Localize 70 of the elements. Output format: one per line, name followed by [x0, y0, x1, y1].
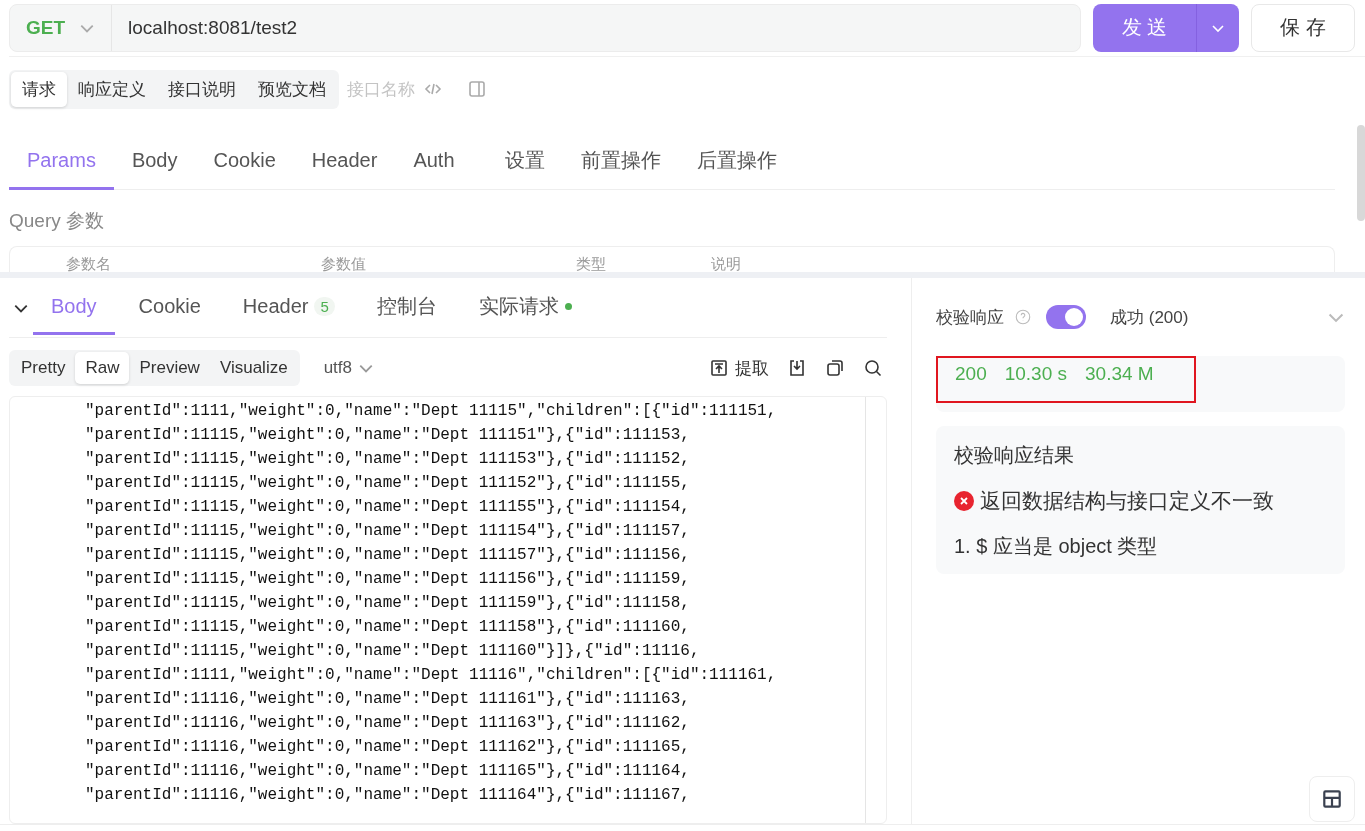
code-line: "parentId":11116,"weight":0,"name":"Dept 111165"},{"id":111164, — [85, 761, 691, 782]
response-size: 30.34 M — [1085, 363, 1154, 385]
response-tab[interactable]: Body — [33, 281, 115, 335]
column-header: 说明 — [711, 256, 742, 272]
result-title: 校验响应结果 — [954, 443, 1075, 468]
code-line: "parentId":11116,"weight":0,"name":"Dept 111161"},{"id":111163, — [85, 689, 691, 710]
column-header: 类型 — [576, 256, 607, 272]
send-button[interactable]: 发 送 — [1093, 3, 1197, 52]
validate-label: 校验响应 — [936, 306, 1004, 329]
view-mode-tab[interactable]: Pretty — [11, 352, 76, 384]
send-menu-button[interactable] — [1197, 3, 1239, 52]
code-line: "parentId":11115,"weight":0,"name":"Dept 111152"},{"id":111155, — [85, 473, 691, 494]
view-mode-tab[interactable]: Visualize — [209, 352, 298, 384]
code-line: "parentId":11115,"weight":0,"name":"Dept 111157"},{"id":111156, — [85, 545, 691, 566]
extract-icon — [709, 358, 729, 378]
copy-icon — [825, 358, 845, 378]
code-line: "parentId":11116,"weight":0,"name":"Dept 111162"},{"id":111165, — [85, 737, 691, 758]
code-line: "parentId":11116,"weight":0,"name":"Dept 111164"},{"id":111167, — [85, 785, 691, 806]
code-line: "parentId":11115,"weight":0,"name":"Dept 111158"},{"id":111160, — [85, 617, 691, 638]
url-field[interactable]: GET localhost:8081/test2 — [9, 3, 1081, 52]
code-line: "parentId":11115,"weight":0,"name":"Dept 111159"},{"id":111158, — [85, 593, 691, 614]
save-button[interactable]: 保 存 — [1251, 3, 1355, 52]
layout-icon — [1321, 788, 1343, 810]
extract-button[interactable]: 提取 — [705, 352, 773, 384]
status-code: 200 — [955, 363, 987, 385]
code-line: "parentId":11115,"weight":0,"name":"Dept 111155"},{"id":111154, — [85, 497, 691, 518]
doc-tab[interactable]: 请求 — [11, 71, 67, 107]
code-line: "parentId":11115,"weight":0,"name":"Dept 111154"},{"id":111157, — [85, 521, 691, 542]
request-tab[interactable]: 后置操作 — [678, 136, 795, 190]
error-detail: 1. $ 应当是 object 类型 — [954, 534, 1159, 559]
code-line: "parentId":11115,"weight":0,"name":"Dept 111160"}]},{"id":11116, — [85, 641, 701, 662]
search-icon — [863, 358, 883, 378]
response-tab[interactable]: 实际请求 — [460, 279, 590, 337]
request-tab[interactable]: Params — [9, 136, 114, 190]
status-select[interactable]: 成功 (200) — [1110, 305, 1317, 329]
count-badge: 5 — [314, 297, 335, 316]
request-tab[interactable]: Auth — [395, 136, 473, 190]
request-tab[interactable]: Cookie — [195, 136, 294, 190]
response-time: 10.30 s — [1004, 363, 1068, 385]
request-tab[interactable]: 设置 — [486, 136, 563, 190]
request-tab[interactable]: Body — [113, 136, 196, 190]
error-icon — [954, 491, 974, 511]
response-tab[interactable]: Cookie — [120, 281, 219, 335]
code-line: "parentId":1111,"weight":0,"name":"Dept 11115","children":[{"id":111151, — [85, 401, 778, 422]
code-line: "parentId":11115,"weight":0,"name":"Dept 111151"},{"id":111153, — [85, 425, 691, 446]
request-tab[interactable]: Header — [293, 136, 396, 190]
view-mode-tab[interactable]: Raw — [75, 352, 130, 384]
url-text: localhost:8081/test2 — [127, 16, 298, 39]
scrollbar-thumb[interactable] — [1357, 125, 1365, 221]
request-tab[interactable]: 前置操作 — [562, 136, 679, 190]
layout-button[interactable] — [1309, 776, 1355, 822]
response-tab[interactable]: Header 5 — [224, 281, 353, 335]
column-header: 参数值 — [321, 256, 367, 272]
doc-tab[interactable]: 预览文档 — [247, 71, 337, 107]
help-icon — [1014, 308, 1032, 326]
response-tab[interactable]: 控制台 — [358, 279, 455, 337]
error-message: 返回数据结构与接口定义不一致 — [980, 488, 1274, 514]
sidebar-icon — [467, 79, 487, 100]
column-header: 参数名 — [66, 256, 112, 272]
code-line: "parentId":11115,"weight":0,"name":"Dept 111156"},{"id":111159, — [85, 569, 691, 590]
doc-tab[interactable]: 接口说明 — [157, 71, 247, 107]
doc-tab[interactable]: 响应定义 — [67, 71, 157, 107]
code-line: "parentId":11115,"weight":0,"name":"Dept 111153"},{"id":111152, — [85, 449, 691, 470]
encoding-select[interactable]: utf8 — [317, 357, 380, 379]
validate-switch[interactable] — [1046, 305, 1086, 329]
code-line: "parentId":11116,"weight":0,"name":"Dept 111163"},{"id":111162, — [85, 713, 691, 734]
download-icon — [787, 358, 807, 378]
code-line: "parentId":1111,"weight":0,"name":"Dept 11116","children":[{"id":111161, — [85, 665, 778, 686]
section-title: Query 参数 — [9, 208, 106, 233]
view-mode-tab[interactable]: Preview — [129, 352, 210, 384]
